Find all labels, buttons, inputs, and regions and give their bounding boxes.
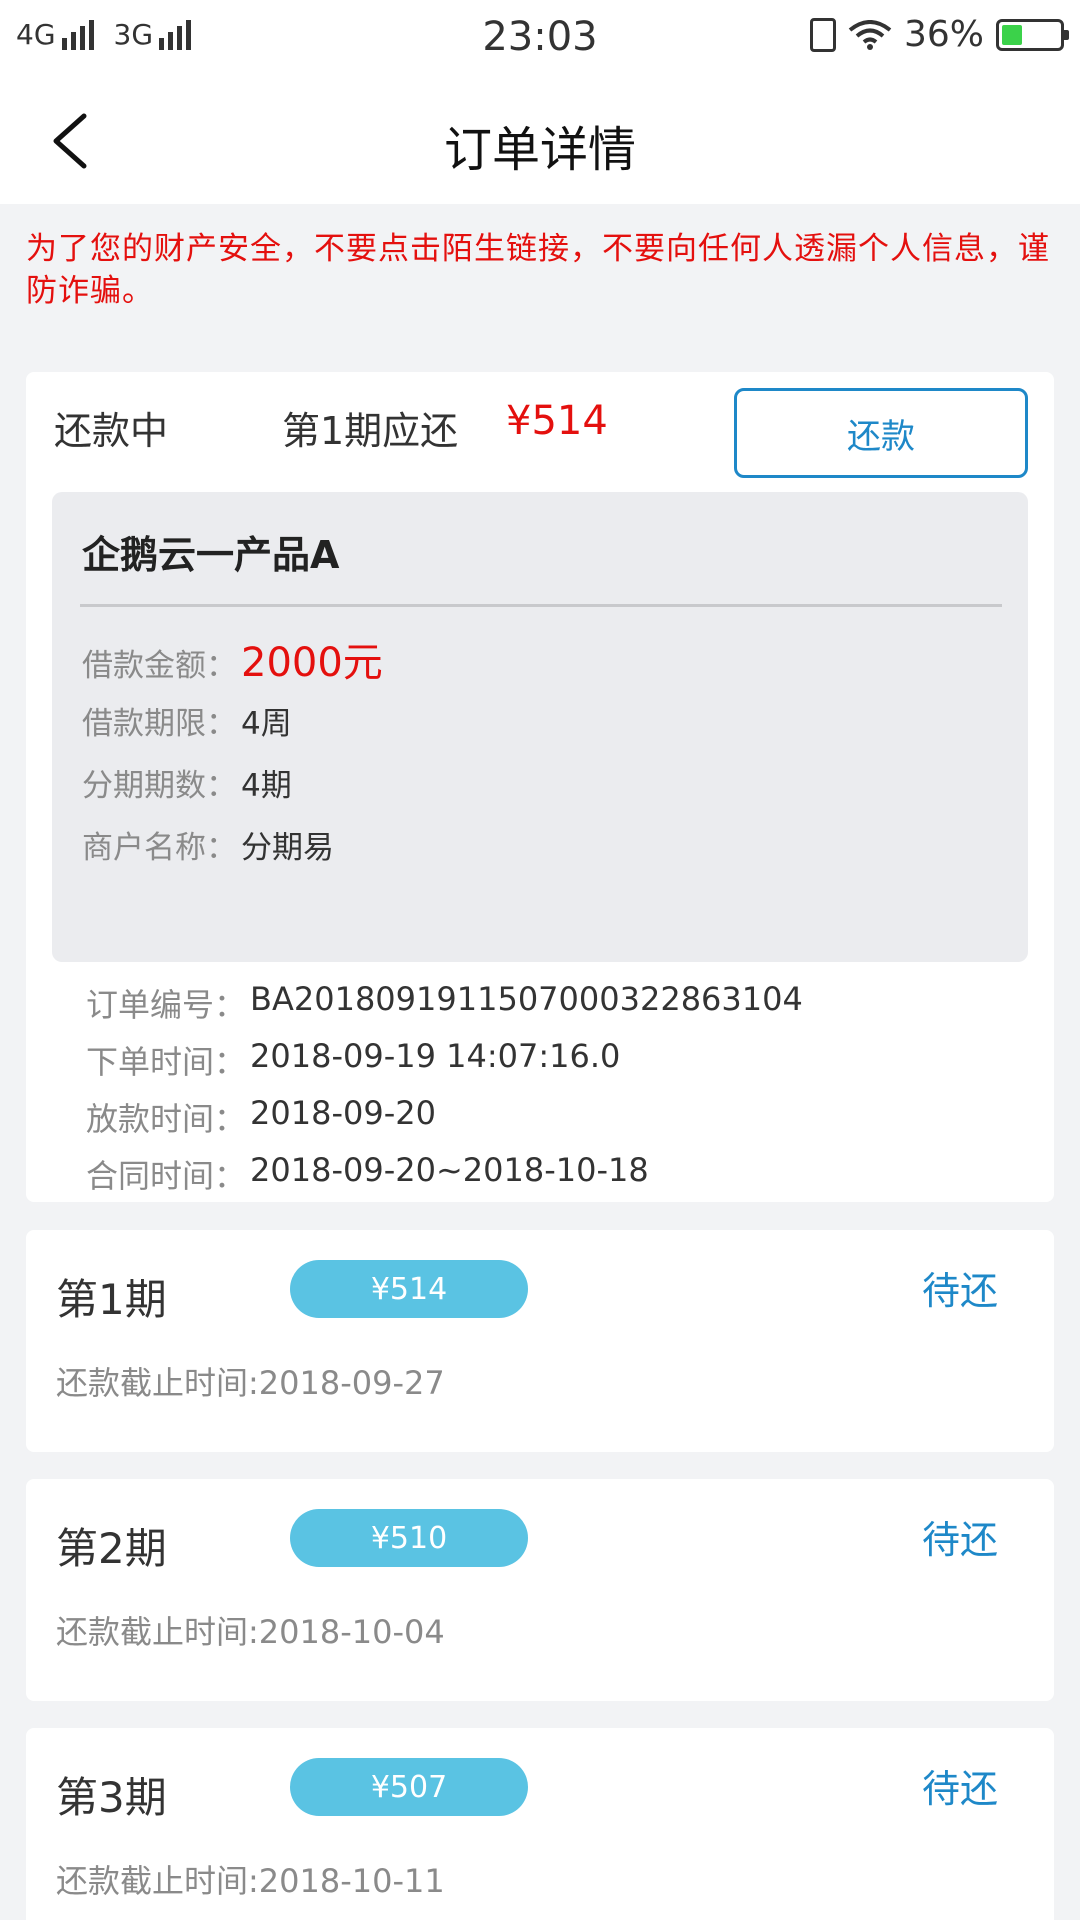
battery-icon (996, 18, 1069, 51)
order-number-label: 订单编号： (86, 986, 247, 1024)
installment-count-value: 4期 (241, 768, 292, 804)
installment-amount-badge: ¥507 (290, 1758, 528, 1816)
current-period-label: 第1期应还 (282, 409, 459, 453)
installment-status[interactable]: 待还 (922, 1509, 998, 1564)
vibrate-icon (809, 17, 836, 52)
loan-term-label: 借款期限： (82, 706, 237, 742)
order-number-value: BA2018091911507000322863104 (250, 980, 803, 1018)
divider (80, 604, 1002, 607)
installment-amount-badge: ¥510 (290, 1509, 528, 1567)
loan-amount-label: 借款金额： (82, 648, 237, 684)
current-period-amount: ¥514 (506, 398, 608, 444)
security-warning: 为了您的财产安全，不要点击陌生链接，不要向任何人透漏个人信息，谨防诈骗。 (26, 231, 1050, 309)
installment-count-label: 分期期数： (82, 768, 237, 804)
loan-amount-value: 2000元 (241, 640, 383, 686)
loan-term-row: 借款期限： 4周 (82, 698, 292, 743)
installment-card[interactable]: 第1期 ¥514 待还 还款截止时间:2018-09-27 (26, 1230, 1054, 1452)
order-number-row: 订单编号： BA2018091911507000322863104 (86, 980, 803, 1026)
order-summary-card: 还款中 第1期应还 ¥514 还款 企鹅云一产品A 借款金额： 2000元 借款… (26, 372, 1054, 1202)
contract-time-value: 2018-09-20~2018-10-18 (250, 1151, 649, 1189)
repay-button[interactable]: 还款 (734, 388, 1028, 478)
status-right: 36% (809, 14, 1069, 55)
order-time-label: 下单时间： (86, 1043, 247, 1081)
order-time-value: 2018-09-19 14:07:16.0 (250, 1037, 621, 1075)
merchant-label: 商户名称： (82, 830, 237, 866)
nav-bar: 订单详情 (0, 76, 1080, 204)
contract-time-row: 合同时间： 2018-09-20~2018-10-18 (86, 1151, 649, 1197)
merchant-value: 分期易 (241, 830, 334, 866)
disbursement-time-label: 放款时间： (86, 1100, 247, 1138)
wifi-icon (848, 19, 892, 50)
installment-title: 第3期 (56, 1773, 167, 1822)
installment-due-date: 还款截止时间:2018-09-27 (56, 1364, 445, 1402)
installment-status[interactable]: 待还 (922, 1260, 998, 1315)
installment-title: 第1期 (56, 1275, 167, 1324)
page-title: 订单详情 (443, 122, 636, 178)
loan-term-value: 4周 (241, 706, 292, 742)
installment-status[interactable]: 待还 (922, 1758, 998, 1813)
installment-card[interactable]: 第3期 ¥507 待还 还款截止时间:2018-10-11 (26, 1728, 1054, 1920)
product-name: 企鹅云一产品A (82, 533, 340, 577)
installment-card[interactable]: 第2期 ¥510 待还 还款截止时间:2018-10-04 (26, 1479, 1054, 1701)
screen: 4G 3G 23:03 36% 订单详情 为了您的财产安全，不要点击陌生链接，不… (0, 0, 1080, 1920)
disbursement-time-value: 2018-09-20 (250, 1094, 436, 1132)
order-time-row: 下单时间： 2018-09-19 14:07:16.0 (86, 1037, 620, 1083)
installment-due-date: 还款截止时间:2018-10-11 (56, 1862, 445, 1900)
battery-percent: 36% (903, 14, 984, 55)
order-status: 还款中 (54, 409, 169, 453)
status-bar: 4G 3G 23:03 36% (0, 0, 1080, 76)
merchant-row: 商户名称： 分期易 (82, 822, 334, 867)
loan-amount-row: 借款金额： 2000元 (82, 630, 383, 688)
battery-fill (1002, 24, 1023, 45)
product-info-box: 企鹅云一产品A 借款金额： 2000元 借款期限： 4周 分期期数： 4期 商户… (52, 492, 1028, 962)
installment-amount-badge: ¥514 (290, 1260, 528, 1318)
disbursement-time-row: 放款时间： 2018-09-20 (86, 1094, 436, 1140)
installment-count-row: 分期期数： 4期 (82, 760, 292, 805)
installment-due-date: 还款截止时间:2018-10-04 (56, 1613, 445, 1651)
installment-title: 第2期 (56, 1524, 167, 1573)
contract-time-label: 合同时间： (86, 1157, 247, 1195)
